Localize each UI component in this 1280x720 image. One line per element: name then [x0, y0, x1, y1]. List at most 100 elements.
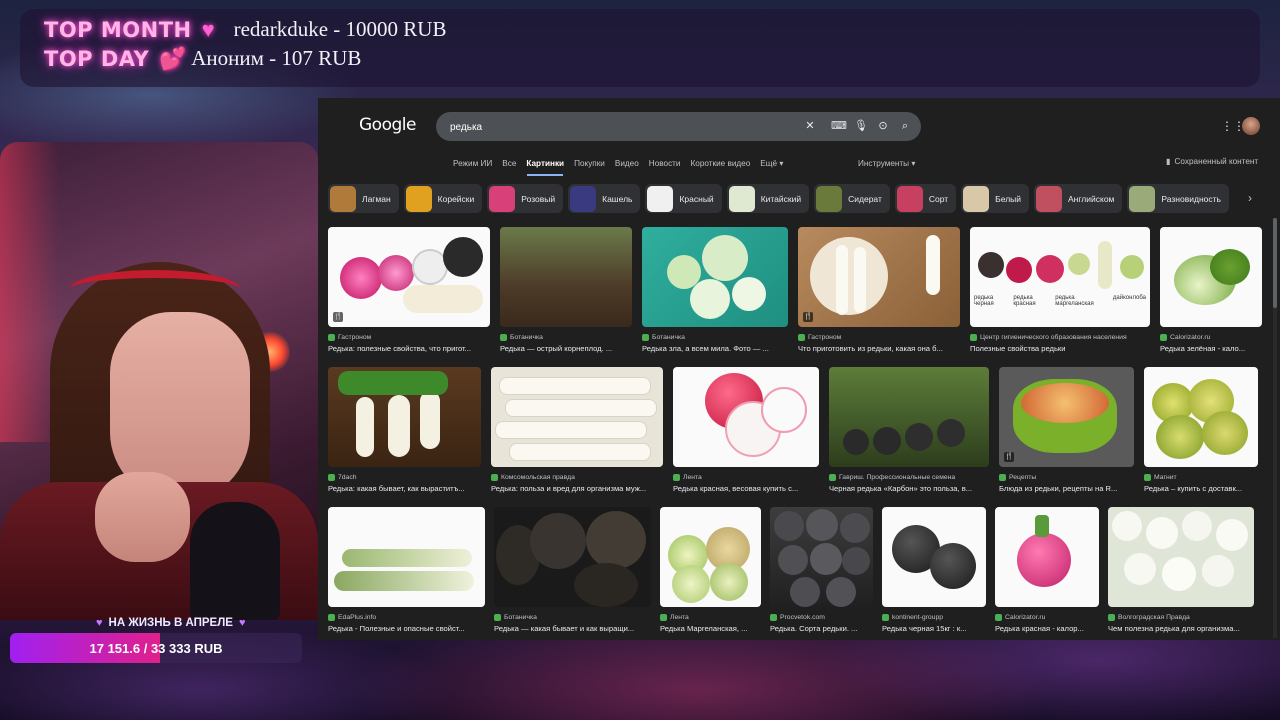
result-title[interactable]: Редька: какая бывает, как выраститъ... [328, 484, 481, 495]
chip-thumb [963, 185, 990, 212]
favicon [491, 474, 498, 481]
clear-icon[interactable]: ✕ [803, 119, 817, 133]
lens-icon[interactable]: ⊙ [876, 119, 890, 133]
tab-shopping[interactable]: Покупки [569, 157, 610, 171]
chip-english[interactable]: Английском [1034, 184, 1123, 213]
donation-banner: TOP MONTH ♥ redarkduke - 10000 RUB TOP D… [20, 9, 1260, 87]
chip-cough[interactable]: Кашель [568, 184, 641, 213]
tools-button[interactable]: Инструменты ▾ [858, 157, 915, 171]
source-name: Гастроном [338, 334, 372, 341]
result-title[interactable]: Что приготовить из редьки, какая она б..… [798, 344, 960, 355]
result-title[interactable]: Редька — какая бывает и как выращи... [494, 624, 651, 635]
favicon [970, 334, 977, 341]
image-result[interactable]: Calorizator.ru Редька зелёная - кало... [1160, 227, 1262, 355]
tab-images[interactable]: Картинки [521, 157, 569, 171]
image-result[interactable]: Ботаничка Редька — какая бывает и как вы… [494, 507, 651, 635]
search-icon[interactable]: ⌕ [898, 119, 912, 133]
result-source: 7dach [328, 473, 481, 482]
daikon-shape [836, 245, 848, 315]
chip-kind[interactable]: Разновидность [1127, 184, 1229, 213]
image-result[interactable]: 7dach Редька: какая бывает, как вырастит… [328, 367, 481, 495]
radish-shape [1120, 255, 1144, 279]
result-image [673, 367, 819, 467]
chip-label: Кашель [602, 193, 633, 204]
image-result[interactable]: редька черная редька красная редька марг… [970, 227, 1150, 355]
tab-short-video[interactable]: Короткие видео [686, 157, 756, 171]
chip-thumb [728, 185, 755, 212]
image-result[interactable]: 🍴 Гастроном Что приготовить из редьки, к… [798, 227, 960, 355]
image-result[interactable]: Procvetok.com Редька. Сорта редьки. ... [770, 507, 873, 635]
result-source: Гавриш. Профессиональные семена [829, 473, 989, 482]
result-image [494, 507, 651, 607]
chip-red[interactable]: Красный [645, 184, 722, 213]
result-title[interactable]: Черная редька «Карбон» это польза, в... [829, 484, 989, 495]
result-title[interactable]: Полезные свойства редьки [970, 344, 1150, 355]
image-result[interactable]: 🍴 Гастроном Редька: полезные свойства, ч… [328, 227, 490, 355]
streamer-hand [95, 472, 190, 562]
daikon-shape [509, 443, 651, 461]
result-image [1144, 367, 1258, 467]
radish-shape [1036, 255, 1064, 283]
result-image [328, 507, 485, 607]
tab-more[interactable]: Ещё ▾ [755, 157, 788, 171]
image-result[interactable]: 🍴 Рецепты Блюда из редьки, рецепты на R.… [999, 367, 1134, 495]
tab-ai-mode[interactable]: Режим ИИ [448, 157, 497, 171]
daikon-shape [926, 235, 940, 295]
image-result[interactable]: Гавриш. Профессиональные семена Черная р… [829, 367, 989, 495]
result-source: Calorizator.ru [1160, 333, 1262, 342]
tab-news[interactable]: Новости [644, 157, 686, 171]
chip-chinese[interactable]: Китайский [726, 184, 810, 213]
search-input[interactable] [448, 118, 792, 136]
result-title[interactable]: Редька – купить с доставк... [1144, 484, 1258, 495]
image-result[interactable]: Ботаничка Редька зла, а всем мила. Фото … [642, 227, 788, 355]
image-result[interactable]: Лента Редька красная, весовая купить с..… [673, 367, 819, 495]
result-title[interactable]: Редька. Сорта редьки. ... [770, 624, 873, 635]
chip-white[interactable]: Белый [961, 184, 1030, 213]
result-title[interactable]: Редька зелёная - кало... [1160, 344, 1262, 355]
result-title[interactable]: Чем полезна редька для организма... [1108, 624, 1254, 635]
result-title[interactable]: Редька Маргеланская, ... [660, 624, 761, 635]
result-title[interactable]: Редька: полезные свойства, что пригот... [328, 344, 490, 355]
image-result[interactable]: Волгоградская Правда Чем полезна редька … [1108, 507, 1254, 635]
result-title[interactable]: Редька зла, а всем мила. Фото — ... [642, 344, 788, 355]
tab-all[interactable]: Все [497, 157, 521, 171]
chip-siderat[interactable]: Сидерат [814, 184, 890, 213]
result-title[interactable]: Блюда из редьки, рецепты на R... [999, 484, 1134, 495]
chip-thumb [330, 185, 356, 212]
tab-video[interactable]: Видео [610, 157, 644, 171]
result-title[interactable]: Редька: польза и вред для организма муж.… [491, 484, 663, 495]
chip-lagman[interactable]: Лагман [328, 184, 399, 213]
image-result[interactable]: kontinent-groupp Редька черная 15кг : к.… [882, 507, 986, 635]
chip-korean[interactable]: Корейски [403, 184, 483, 213]
active-tab-indicator [527, 174, 563, 176]
chevron-right-icon[interactable]: › [1248, 191, 1252, 205]
result-title[interactable]: Редька - Полезные и опасные свойст... [328, 624, 485, 635]
microphone-icon[interactable]: 🎙 [854, 119, 868, 133]
avatar[interactable] [1242, 117, 1260, 135]
keyboard-icon[interactable]: ⌨ [831, 119, 847, 133]
result-title[interactable]: Редька черная 15кг : к... [882, 624, 986, 635]
chip-pink[interactable]: Розовый [487, 184, 564, 213]
radish-shape [710, 563, 748, 601]
scrollbar-thumb[interactable] [1273, 218, 1277, 308]
saved-content-button[interactable]: ▮ Сохраненный контент [1166, 155, 1258, 169]
source-name: kontinent-groupp [892, 614, 944, 621]
search-box[interactable]: ✕ ⌨ 🎙 ⊙ ⌕ [436, 112, 921, 141]
result-title[interactable]: Редька красная - калор... [995, 624, 1099, 635]
apps-grid-icon[interactable]: ⋮⋮ [1221, 120, 1245, 132]
radish-shape [1202, 555, 1234, 587]
scrollbar[interactable] [1273, 218, 1277, 638]
image-result[interactable]: Комсомольская правда Редька: польза и вр… [491, 367, 663, 495]
result-title[interactable]: Редька — острый корнеплод. ... [500, 344, 632, 355]
image-result[interactable]: Ботаничка Редька — острый корнеплод. ... [500, 227, 632, 355]
image-result[interactable]: EdaPlus.info Редька - Полезные и опасные… [328, 507, 485, 635]
image-result[interactable]: Лента Редька Маргеланская, ... [660, 507, 761, 635]
image-result[interactable]: Магнит Редька – купить с доставк... [1144, 367, 1258, 495]
result-title[interactable]: Редька красная, весовая купить с... [673, 484, 819, 495]
daikon-shape [356, 397, 374, 457]
google-logo[interactable]: Google [359, 115, 416, 135]
image-result[interactable]: Calorizator.ru Редька красная - калор... [995, 507, 1099, 635]
chip-label: Белый [995, 193, 1022, 204]
source-name: Волгоградская Правда [1118, 614, 1190, 621]
chip-variety[interactable]: Сорт [894, 184, 957, 213]
